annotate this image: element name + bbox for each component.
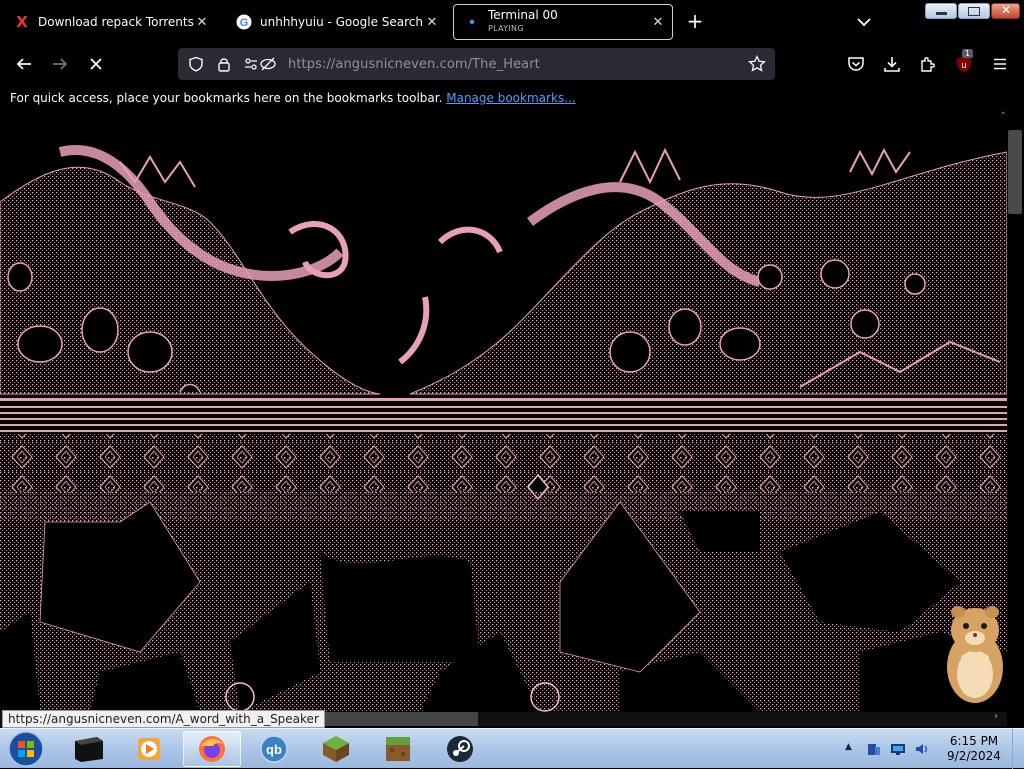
show-desktop-button[interactable] [1012,729,1024,769]
chevron-down-icon [857,18,871,27]
close-tab-icon[interactable]: ✕ [650,15,666,30]
clock-date: 9/2/2024 [947,749,1001,763]
close-tab-icon[interactable]: ✕ [194,15,210,30]
taskbar-steam[interactable] [431,731,489,767]
pocket-button[interactable] [844,52,868,76]
bookmark-star-icon[interactable] [747,54,767,74]
ornamental-pattern-art [0,145,1007,712]
minimize-button[interactable] [925,3,957,19]
new-tab-button[interactable]: + [684,10,706,32]
svg-text:G: G [240,17,249,29]
tab-title: Download repack Torrents | 13 [38,15,194,29]
list-all-tabs-button[interactable] [854,12,874,32]
taskbar-firefox[interactable] [183,731,241,767]
bookmarks-empty-message: For quick access, place your bookmarks h… [10,91,443,105]
tab-strip: X Download repack Torrents | 13 ✕ G unhh… [0,0,1024,44]
hamburger-menu-icon [994,58,1006,70]
address-bar[interactable]: https://angusnicneven.com/The_Heart [178,48,775,80]
firefox-icon [199,736,225,762]
x-logo-icon: X [16,13,28,31]
media-player-icon [138,738,160,760]
arrow-left-icon [16,58,31,70]
hamster-character[interactable] [947,606,1003,703]
close-tab-icon[interactable]: ✕ [424,15,440,30]
diamond-frieze [0,434,1007,492]
vertical-scrollbar-thumb[interactable] [1008,130,1022,214]
taskbar-terminal[interactable] [60,731,118,767]
scroll-up-arrow-icon[interactable]: ˄ [1001,112,1006,122]
tab-playing-label: PLAYING [488,24,524,33]
tab-torrents[interactable]: X Download repack Torrents | 13 ✕ [4,4,216,40]
taskbar-minecraft-launcher[interactable] [307,731,365,767]
svg-text:qb: qb [266,742,282,757]
stop-x-icon [90,58,102,70]
dragon-motif-left [0,145,430,395]
puzzle-icon [921,57,935,72]
manage-bookmarks-link[interactable]: Manage bookmarks... [446,91,575,105]
taskbar-minecraft[interactable] [369,731,427,767]
network-icon[interactable] [890,741,906,757]
system-clock[interactable]: 6:15 PM 9/2/2024 [940,734,1008,764]
start-orb-icon [8,731,44,767]
download-icon [884,57,900,72]
windows-taskbar: qb ▲ 6:15 PM 9/2/2024 [0,728,1024,769]
pocket-icon [848,57,864,71]
minecraft-block-icon [386,737,410,761]
start-button[interactable] [0,731,52,767]
dot-icon [464,14,480,30]
minecraft-grass-icon [323,736,349,762]
taskbar-qbittorrent[interactable]: qb [245,731,303,767]
downloads-button[interactable] [880,52,904,76]
ublock-button[interactable]: u 1 [952,49,976,76]
horizontal-stripe-band [0,398,1007,432]
extensions-button[interactable] [916,52,940,76]
arrow-right-icon [53,58,68,70]
permissions-icon[interactable] [242,54,278,74]
geometric-lower-band [0,492,1007,712]
stop-button[interactable] [84,52,108,76]
svg-text:u: u [961,60,966,70]
dragon-motif-right [409,147,1007,395]
device-icon[interactable] [866,741,882,757]
show-hidden-icons-button[interactable]: ▲ [845,742,861,758]
restore-button[interactable] [958,3,990,19]
navigation-toolbar: https://angusnicneven.com/The_Heart u 1 [0,44,1024,84]
url-text[interactable]: https://angusnicneven.com/The_Heart [288,57,540,72]
terminal-icon [75,737,103,762]
lock-icon[interactable] [214,54,234,74]
google-icon: G [236,14,252,30]
tab-terminal[interactable]: Terminal 00 PLAYING ✕ [453,4,673,40]
volume-icon[interactable] [914,741,930,757]
steam-icon [447,736,473,762]
clock-time: 6:15 PM [949,734,999,748]
taskbar-media-player[interactable] [120,731,178,767]
forward-button[interactable] [48,52,72,76]
close-window-button[interactable]: ✕ [991,3,1020,19]
link-status-tooltip: https://angusnicneven.com/A_word_with_a_… [2,710,325,728]
shield-icon[interactable] [186,54,206,74]
ublock-badge: 1 [962,49,974,58]
qbittorrent-icon: qb [260,735,288,763]
tab-google-search[interactable]: G unhhhyuiu - Google Search ✕ [226,4,446,40]
tab-title: unhhhyuiu - Google Search [260,15,423,29]
web-page-content[interactable] [0,112,1007,712]
scroll-right-arrow-icon[interactable]: › [994,711,998,722]
app-menu-button[interactable] [988,52,1012,76]
back-button[interactable] [12,52,36,76]
bookmarks-toolbar: For quick access, place your bookmarks h… [0,84,1024,112]
tab-title: Terminal 00 [488,9,558,22]
